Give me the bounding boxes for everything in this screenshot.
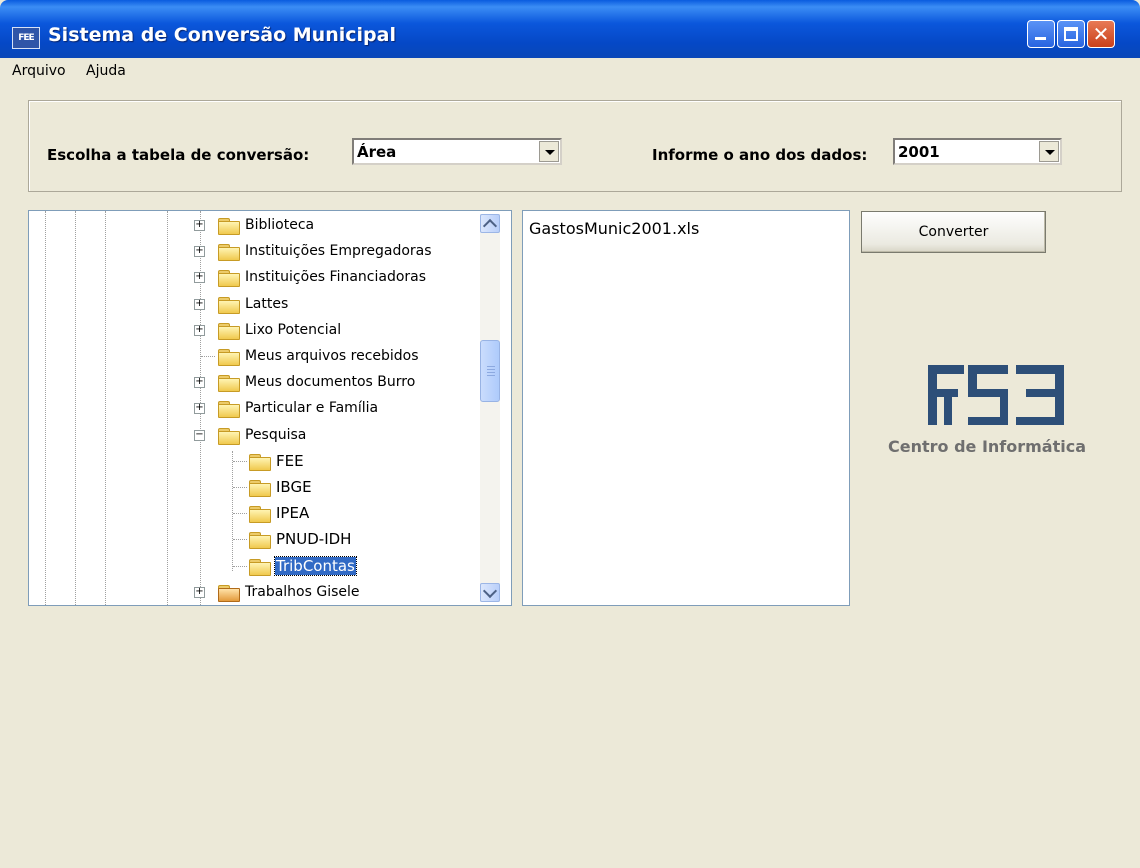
expand-icon[interactable]: + [194,272,205,284]
tree-item-label[interactable]: Meus arquivos recebidos [244,348,420,364]
file-item[interactable]: GastosMunic2001.xls [529,219,699,238]
ano-select[interactable]: 2001 [893,138,1062,165]
expand-icon[interactable]: + [194,586,205,598]
tabela-dropdown-button[interactable] [539,141,559,162]
scroll-thumb[interactable] [480,340,500,402]
folder-icon [218,322,240,340]
scroll-down-button[interactable] [480,583,500,602]
expand-icon[interactable]: + [194,246,205,258]
expand-icon[interactable]: + [194,324,205,336]
expand-icon[interactable]: + [194,220,205,231]
tree-item-label[interactable]: Lixo Potencial [244,322,342,338]
tree-item-label[interactable]: PNUD-IDH [275,530,352,548]
expand-icon[interactable]: + [194,377,205,389]
chevron-down-icon [1045,150,1055,155]
folder-icon [218,427,240,445]
folder-icon [249,480,271,497]
maximize-icon [1064,27,1078,41]
folder-icon [218,401,240,419]
directory-tree[interactable]: + Biblioteca + Instituições Empregadoras + In… [28,210,512,606]
tree-item-label[interactable]: Instituições Financiadoras [244,269,427,285]
tabela-label: Escolha a tabela de conversão: [47,146,310,164]
folder-icon [249,506,271,524]
app-icon: FEE [12,27,40,49]
tree-item[interactable]: PNUD-IDH [29,528,479,554]
close-button[interactable]: ✕ [1087,20,1115,48]
menu-ajuda[interactable]: Ajuda [86,63,126,79]
folder-icon [218,584,240,602]
tree-item-label[interactable]: Trabalhos Gisele [244,584,361,600]
menu-bar: Arquivo Ajuda [0,58,1140,84]
tree-item-label[interactable]: TribContas [274,555,357,576]
collapse-icon[interactable]: − [194,429,205,441]
tabela-selected-value: Área [357,143,397,161]
tree-item[interactable]: IPEA [29,502,479,528]
tree-item-label[interactable]: Instituições Empregadoras [244,243,433,259]
folder-icon [218,349,240,366]
tree-item[interactable]: + Particular e Família [29,397,479,423]
tree-scrollbar[interactable] [480,214,500,602]
tree-item[interactable]: + Lattes [29,293,479,319]
chevron-up-icon [482,218,498,234]
scroll-up-button[interactable] [480,214,500,234]
tree-item[interactable]: Meus arquivos recebidos [29,345,479,371]
tree-item[interactable]: + Instituições Empregadoras [29,240,479,266]
tree-item-label[interactable]: FEE [275,452,305,470]
tree-item-label[interactable]: IPEA [275,504,310,522]
tree-item-label[interactable]: Pesquisa [244,427,307,443]
menu-arquivo[interactable]: Arquivo [12,63,66,79]
tree-item[interactable]: + Lixo Potencial [29,319,479,345]
folder-icon [249,532,271,550]
ano-label: Informe o ano dos dados: [652,146,868,164]
logo-caption: Centro de Informática [887,437,1087,456]
close-icon: ✕ [1092,22,1110,46]
tree-item-label[interactable]: IBGE [275,478,313,496]
chevron-down-icon [482,583,498,599]
folder-icon [249,558,271,576]
folder-icon [249,453,271,471]
tree-item[interactable]: + Biblioteca [29,214,479,240]
folder-icon [218,244,240,262]
folder-icon [218,296,240,314]
file-list[interactable]: GastosMunic2001.xls [522,210,850,606]
converter-button[interactable]: Converter [861,211,1046,253]
tree-item-label[interactable]: Lattes [244,296,289,312]
minimize-button[interactable] [1027,20,1055,48]
fee-logo [928,365,1064,425]
tree-item-label[interactable]: Meus documentos Burro [244,374,416,390]
window-title: Sistema de Conversão Municipal [48,24,396,46]
tree-item[interactable]: FEE [29,450,479,476]
tree-item-label[interactable]: Particular e Família [244,400,379,416]
tree-item-label[interactable]: Biblioteca [244,217,315,233]
ano-dropdown-button[interactable] [1039,141,1059,162]
tree-item[interactable]: + Trabalhos Gisele [29,581,479,605]
folder-icon [218,218,240,235]
chevron-down-icon [545,150,555,155]
tree-item[interactable]: IBGE [29,476,479,502]
folder-icon [218,375,240,393]
minimize-icon [1035,37,1046,40]
folder-icon [218,270,240,288]
maximize-button[interactable] [1057,20,1085,48]
title-bar[interactable]: FEE Sistema de Conversão Municipal ✕ [0,0,1140,58]
expand-icon[interactable]: + [194,298,205,310]
tree-item[interactable]: TribContas [29,555,479,581]
tabela-select[interactable]: Área [352,138,562,165]
tree-item[interactable]: − Pesquisa [29,424,479,450]
tree-item[interactable]: + Instituições Financiadoras [29,266,479,292]
ano-selected-value: 2001 [898,143,940,161]
tree-item[interactable]: + Meus documentos Burro [29,371,479,397]
expand-icon[interactable]: + [194,403,205,415]
